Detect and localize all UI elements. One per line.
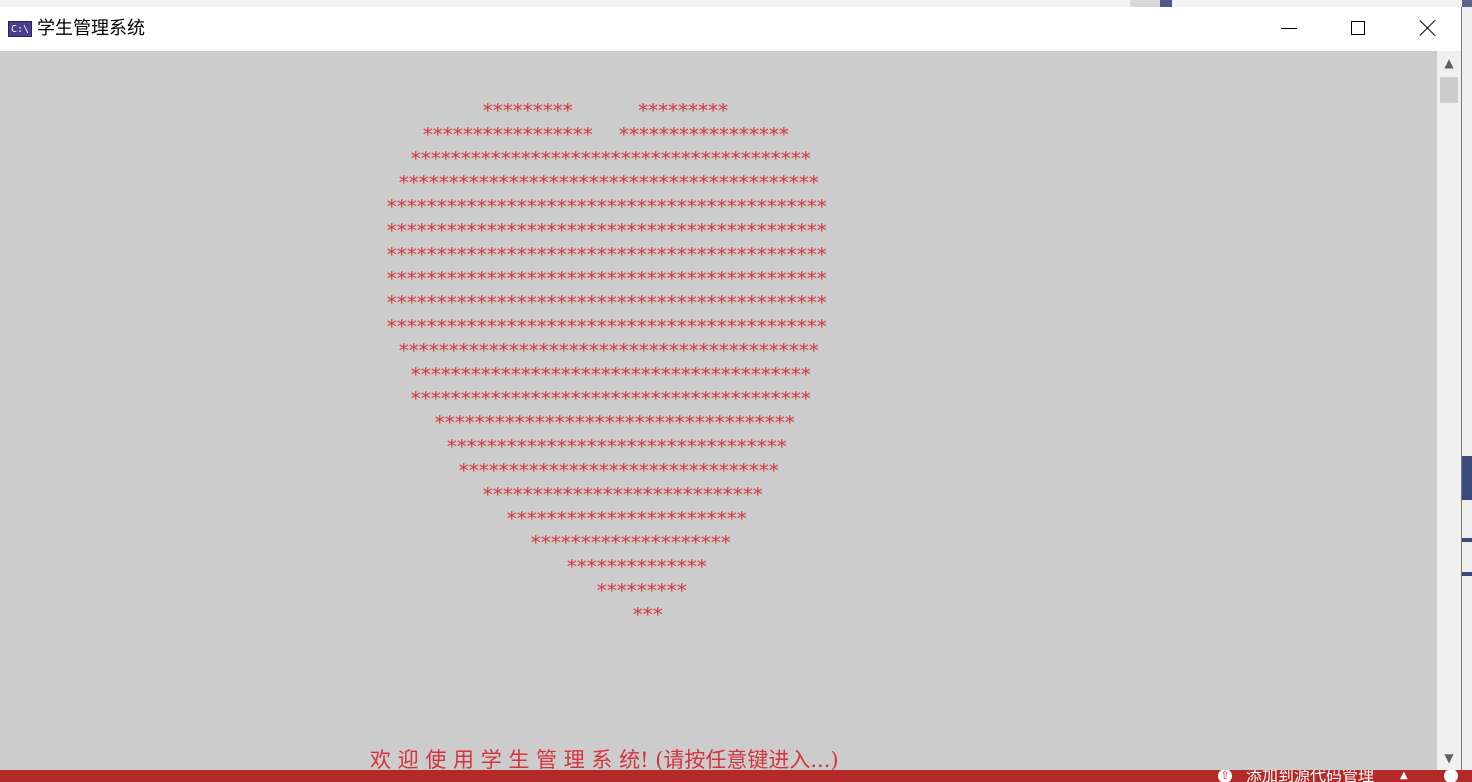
heart-art-line: ************** — [567, 556, 707, 578]
heart-art-line: ****************************************… — [399, 340, 819, 362]
background-ide-band — [1462, 456, 1472, 500]
source-control-icon[interactable]: ⇧ — [1218, 770, 1232, 782]
maximize-icon — [1351, 21, 1365, 35]
background-ide-band — [1462, 538, 1472, 542]
heart-art-line: ******************************** — [459, 460, 779, 482]
console-window: C:\ 学生管理系统 欢 迎 使 用 学 生 管 理 系 统! (请按任意键进入… — [0, 7, 1462, 770]
heart-art-line: ****************************************… — [387, 292, 827, 314]
notification-icon[interactable] — [1444, 770, 1458, 782]
scroll-up-arrow-icon[interactable]: ▲ — [1437, 51, 1461, 75]
close-icon — [1419, 19, 1437, 37]
heart-art-line: ****************************************… — [387, 316, 827, 338]
minimize-icon — [1281, 28, 1297, 29]
minimize-button[interactable] — [1254, 7, 1324, 51]
vertical-scrollbar[interactable]: ▲ ▼ — [1437, 51, 1461, 770]
heart-art-line: **************************************** — [411, 148, 811, 170]
maximize-button[interactable] — [1323, 7, 1393, 51]
heart-art-line: *** — [633, 604, 663, 626]
background-ide-band — [1462, 572, 1472, 576]
heart-art-line: ****************************************… — [387, 196, 827, 218]
background-ide-band — [1462, 0, 1472, 7]
console-app-icon: C:\ — [8, 21, 32, 37]
heart-art-line: ********* — [597, 580, 687, 602]
heart-art-line: ************************************ — [435, 412, 795, 434]
scrollbar-thumb[interactable] — [1440, 77, 1458, 103]
heart-art-line: ***************** ***************** — [423, 124, 790, 146]
window-title: 学生管理系统 — [37, 18, 145, 39]
close-button[interactable] — [1393, 7, 1463, 51]
heart-art-line: ******************** — [531, 532, 731, 554]
title-bar[interactable]: C:\ 学生管理系统 — [0, 7, 1461, 51]
add-to-source-control[interactable]: 添加到源代码管理 — [1246, 770, 1374, 782]
console-output: 欢 迎 使 用 学 生 管 理 系 统! (请按任意键进入...) ******… — [0, 51, 1437, 770]
heart-art-line: ****************************************… — [387, 268, 827, 290]
heart-art-line: **************************** — [483, 484, 763, 506]
welcome-message: 欢 迎 使 用 学 生 管 理 系 统! (请按任意键进入...) — [370, 748, 839, 770]
heart-art-line: ********************************** — [447, 436, 787, 458]
scroll-down-arrow-icon[interactable]: ▼ — [1437, 746, 1461, 770]
heart-art-line: **************************************** — [411, 388, 811, 410]
heart-art-line: ********* ********* — [483, 100, 729, 122]
heart-art-line: ****************************************… — [387, 244, 827, 266]
background-ide-block — [1160, 0, 1172, 7]
heart-art-line: ****************************************… — [399, 172, 819, 194]
heart-art-line: ****************************************… — [387, 220, 827, 242]
ide-status-bar: ⇧ 添加到源代码管理 ▲ — [0, 770, 1472, 782]
background-ide-panel — [1462, 0, 1472, 782]
heart-art-line: **************************************** — [411, 364, 811, 386]
caret-up-icon[interactable]: ▲ — [1400, 770, 1408, 781]
background-ide-block — [1130, 0, 1162, 7]
heart-art-line: ************************ — [507, 508, 747, 530]
